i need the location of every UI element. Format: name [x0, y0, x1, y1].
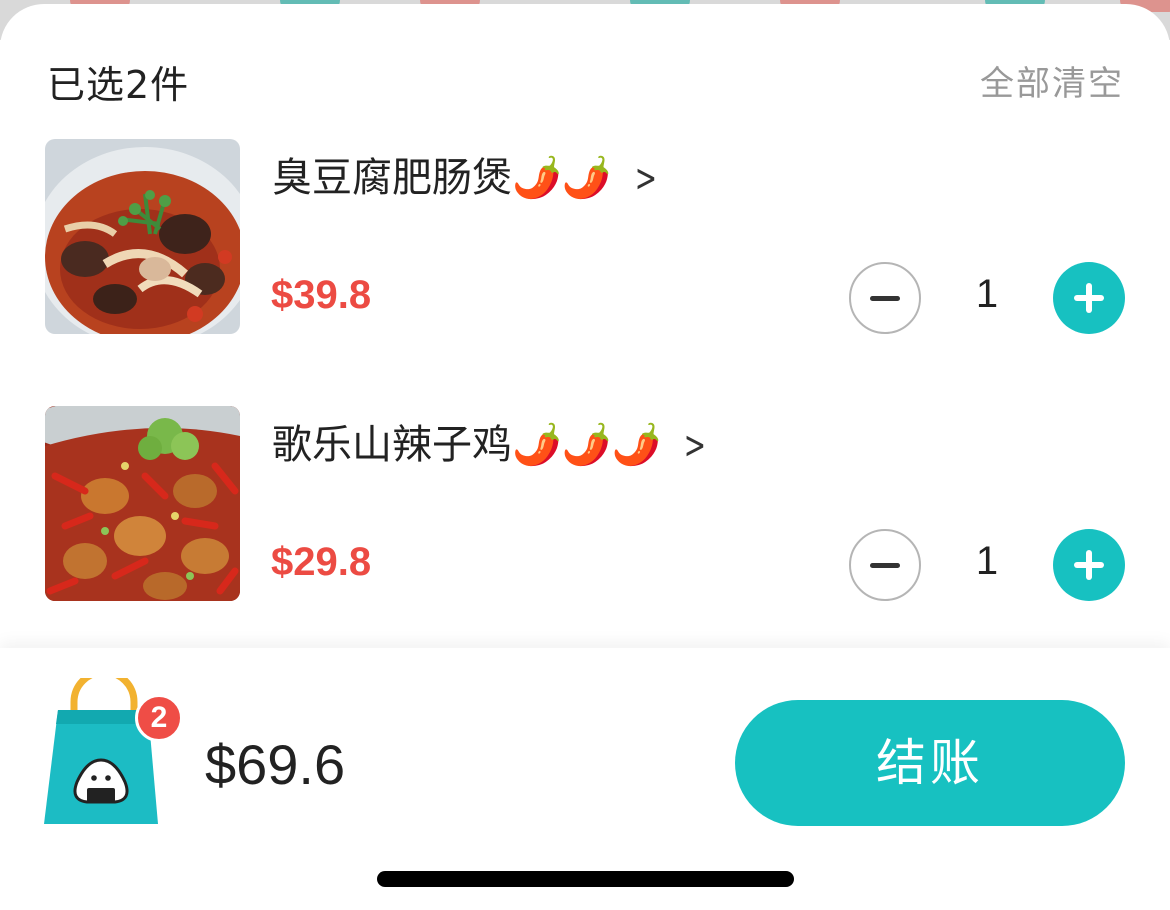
cart-count-badge: 2 [135, 694, 183, 742]
dish-photo-spicy-chicken[interactable] [45, 406, 240, 601]
cart-item: 歌乐山辣子鸡🌶️🌶️🌶️ > $29.8 1 [45, 406, 1125, 602]
selected-count-label: 已选2件 [47, 63, 190, 107]
home-indicator[interactable] [377, 871, 794, 887]
quantity-value: 1 [975, 539, 999, 583]
dish-photo-stinky-tofu-intestine-pot[interactable] [45, 139, 240, 334]
plus-icon[interactable] [1053, 529, 1125, 601]
checkout-button[interactable]: 结账 [735, 700, 1125, 826]
item-price: $39.8 [271, 273, 372, 317]
item-name-label: 歌乐山辣子鸡🌶️🌶️🌶️ [272, 422, 662, 468]
item-price: $29.8 [271, 540, 372, 584]
chevron-right-icon: > [634, 156, 657, 200]
chevron-right-icon: > [684, 423, 707, 467]
item-name-link[interactable]: 歌乐山辣子鸡🌶️🌶️🌶️ > [272, 412, 711, 470]
quantity-stepper: 1 [849, 529, 1125, 601]
clear-all-button[interactable]: 全部清空 [980, 56, 1124, 105]
minus-icon[interactable] [849, 529, 921, 601]
cart-header: 已选2件 全部清空 [47, 54, 1124, 107]
cart-total: $69.6 [205, 733, 346, 796]
item-name-label: 臭豆腐肥肠煲🌶️🌶️ [272, 155, 612, 201]
minus-icon[interactable] [849, 262, 921, 334]
plus-icon[interactable] [1053, 262, 1125, 334]
cart-item: 臭豆腐肥肠煲🌶️🌶️ > $39.8 1 [45, 139, 1125, 335]
quantity-value: 1 [975, 272, 999, 316]
quantity-stepper: 1 [849, 262, 1125, 334]
item-name-link[interactable]: 臭豆腐肥肠煲🌶️🌶️ > [272, 145, 661, 203]
